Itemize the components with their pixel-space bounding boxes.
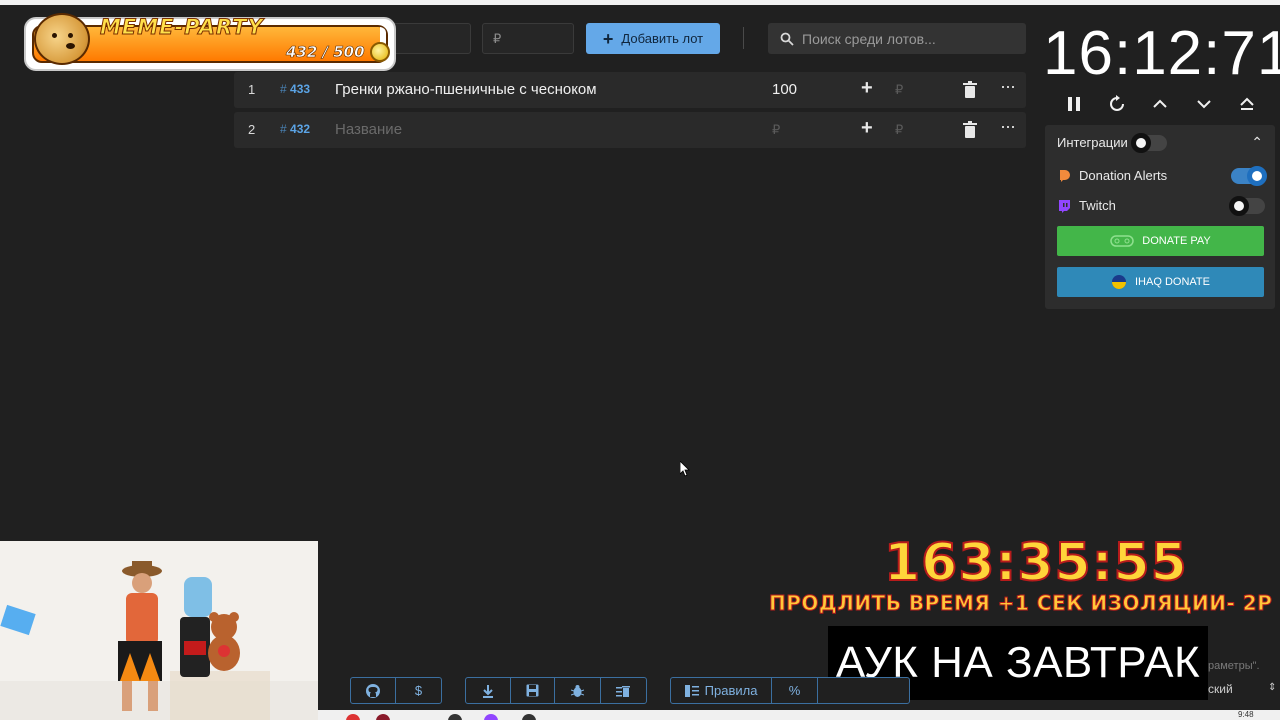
language-select[interactable]: ский bbox=[1208, 682, 1233, 696]
increase-time-button[interactable] bbox=[1145, 90, 1175, 118]
pause-button[interactable] bbox=[1059, 90, 1089, 118]
rules-icon bbox=[684, 684, 699, 697]
ihaq-logo-icon bbox=[1112, 275, 1126, 289]
hidden-toolbar-button[interactable] bbox=[818, 678, 909, 703]
integrations-label: Интеграции bbox=[1057, 135, 1128, 150]
coin-icon bbox=[370, 42, 390, 62]
github-icon bbox=[366, 683, 380, 698]
meme-party-title: MEME-PARTY bbox=[100, 15, 264, 40]
extend-time-text: ПРОДЛИТЬ ВРЕМЯ +1 СЕК ИЗОЛЯЦИИ- 2Р bbox=[768, 591, 1273, 616]
chevron-up-icon bbox=[1153, 99, 1167, 108]
lot-row: 1 # 433 Гренки ржано-пшеничные с чесноко… bbox=[234, 72, 1026, 108]
donate-button[interactable]: $ bbox=[396, 678, 441, 703]
lot-index: 1 bbox=[248, 82, 256, 97]
integrations-header: Интеграции bbox=[1057, 135, 1128, 150]
lot-name-input[interactable] bbox=[392, 23, 471, 54]
twitch-icon bbox=[1059, 199, 1070, 213]
save-button[interactable] bbox=[511, 678, 556, 703]
save-icon bbox=[526, 684, 539, 697]
webcam-feed bbox=[0, 541, 318, 720]
taskbar-app-icon[interactable] bbox=[376, 714, 390, 720]
gamepad-icon bbox=[1110, 235, 1135, 247]
twitch-toggle[interactable] bbox=[1229, 196, 1265, 216]
search-input[interactable]: Поиск среди лотов... bbox=[768, 23, 1026, 54]
donation-alerts-row: Donation Alerts bbox=[1057, 168, 1167, 183]
meme-count: 432 / 500 bbox=[286, 43, 365, 62]
eject-icon bbox=[1240, 97, 1254, 110]
taskbar-app-icon[interactable] bbox=[484, 714, 498, 720]
taskbar-app-icon[interactable] bbox=[448, 714, 462, 720]
restart-button[interactable] bbox=[1102, 90, 1132, 118]
twitch-label: Twitch bbox=[1079, 198, 1116, 213]
taskbar-clock: 9:48 bbox=[1238, 710, 1254, 719]
lot-row: 2 # 432 Название ₽ + ₽ ··· bbox=[234, 112, 1026, 148]
eject-button[interactable] bbox=[1232, 90, 1262, 118]
github-button[interactable] bbox=[351, 678, 397, 703]
toolbar-group-files bbox=[465, 677, 647, 704]
rules-label: Правила bbox=[704, 683, 758, 698]
restart-icon bbox=[1110, 95, 1124, 111]
ihaq-donate-label: IHAQ DONATE bbox=[1135, 276, 1210, 288]
search-placeholder: Поиск среди лотов... bbox=[802, 30, 936, 47]
collapse-icon[interactable]: ⌃ bbox=[1251, 134, 1263, 151]
add-lot-label: Добавить лот bbox=[621, 31, 704, 46]
bug-report-button[interactable] bbox=[555, 678, 601, 703]
bug-icon bbox=[570, 684, 584, 697]
more-icon[interactable]: ··· bbox=[1000, 76, 1016, 97]
integrations-panel: Интеграции ⌃ Donation Alerts Twitch DONA… bbox=[1045, 125, 1275, 309]
params-text-fragment: раметры". bbox=[1208, 660, 1260, 672]
browser-top-strip bbox=[0, 0, 1280, 5]
lot-id: # 432 bbox=[280, 122, 311, 136]
lot-amount[interactable]: ₽ bbox=[772, 122, 780, 138]
add-amount-input[interactable]: ₽ bbox=[895, 122, 903, 138]
language-select-arrow-icon[interactable]: ⇕ bbox=[1268, 682, 1276, 693]
download-button[interactable] bbox=[466, 678, 511, 703]
donate-pay-label: DONATE PAY bbox=[1142, 235, 1211, 247]
price-input[interactable]: ₽ bbox=[482, 23, 574, 54]
donate-pay-button[interactable]: DONATE PAY bbox=[1057, 226, 1264, 256]
donation-alerts-icon bbox=[1060, 169, 1070, 182]
add-amount-button[interactable]: + bbox=[861, 117, 873, 140]
mouse-cursor-icon bbox=[680, 461, 690, 477]
toolbar-group-links: $ bbox=[350, 677, 442, 704]
twitch-row: Twitch bbox=[1057, 198, 1116, 213]
lot-index: 2 bbox=[248, 122, 256, 137]
lot-name[interactable]: Гренки ржано-пшеничные с чесноком bbox=[335, 81, 597, 98]
more-icon[interactable]: ··· bbox=[1000, 116, 1016, 137]
stream-big-timer: 163:35:55 bbox=[883, 532, 1188, 594]
lot-amount[interactable]: 100 bbox=[772, 81, 797, 98]
toolbar-group-rules: Правила % bbox=[670, 677, 910, 704]
doge-icon bbox=[34, 13, 90, 65]
lot-id: # 433 bbox=[280, 82, 311, 96]
taskbar-app-icon[interactable] bbox=[346, 714, 360, 720]
search-icon bbox=[780, 32, 794, 46]
clear-list-button[interactable] bbox=[601, 678, 646, 703]
percent-button[interactable]: % bbox=[772, 678, 818, 703]
trash-icon[interactable] bbox=[962, 120, 978, 140]
taskbar-app-icon[interactable] bbox=[522, 714, 536, 720]
rules-button[interactable]: Правила bbox=[671, 678, 773, 703]
donation-alerts-label: Donation Alerts bbox=[1079, 168, 1168, 183]
decrease-time-button[interactable] bbox=[1189, 90, 1219, 118]
os-taskbar: 9:48 bbox=[318, 710, 1280, 720]
delete-list-icon bbox=[616, 685, 631, 697]
ihaq-donate-button[interactable]: IHAQ DONATE bbox=[1057, 267, 1264, 297]
trash-icon[interactable] bbox=[962, 80, 978, 100]
lot-name[interactable]: Название bbox=[335, 121, 402, 138]
add-amount-input[interactable]: ₽ bbox=[895, 82, 903, 98]
chevron-down-icon bbox=[1197, 100, 1211, 109]
auction-timer: 16:12:71 bbox=[1043, 19, 1280, 88]
integrations-toggle[interactable] bbox=[1131, 133, 1167, 153]
webcam-image bbox=[0, 541, 318, 720]
add-lot-button[interactable]: + Добавить лот bbox=[586, 23, 720, 54]
plus-icon: + bbox=[602, 28, 614, 49]
add-amount-button[interactable]: + bbox=[861, 77, 873, 100]
meme-party-badge: 432 / 500 MEME-PARTY bbox=[24, 13, 396, 71]
header-divider bbox=[743, 27, 744, 49]
download-icon bbox=[482, 684, 493, 698]
donation-alerts-toggle[interactable] bbox=[1231, 166, 1267, 186]
pause-icon bbox=[1068, 97, 1080, 111]
